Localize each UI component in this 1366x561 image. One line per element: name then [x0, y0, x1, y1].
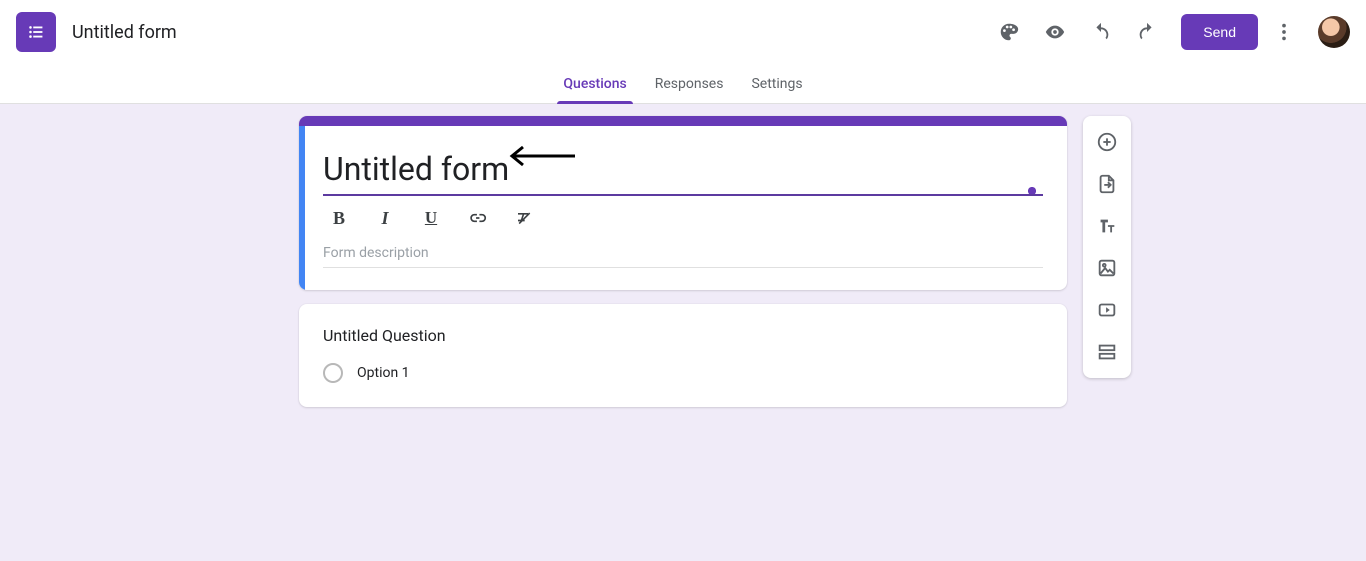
- header-actions: Send: [989, 12, 1350, 52]
- forms-logo-icon: [25, 21, 47, 43]
- option-row[interactable]: Option 1: [323, 363, 1043, 383]
- tabs-row: Questions Responses Settings: [0, 64, 1366, 104]
- format-clear-button[interactable]: [511, 208, 535, 229]
- video-icon: [1096, 299, 1118, 321]
- redo-icon: [1136, 21, 1158, 43]
- form-canvas: B I U Untitled Question Op: [0, 104, 1366, 421]
- forms-logo[interactable]: [16, 12, 56, 52]
- account-avatar[interactable]: [1318, 16, 1350, 48]
- preview-button[interactable]: [1035, 12, 1075, 52]
- tab-questions[interactable]: Questions: [549, 64, 640, 104]
- import-questions-button[interactable]: [1087, 164, 1127, 204]
- question-toolbar: [1083, 116, 1131, 378]
- undo-icon: [1090, 21, 1112, 43]
- theme-button[interactable]: [989, 12, 1029, 52]
- more-button[interactable]: [1264, 12, 1304, 52]
- more-vert-icon: [1273, 21, 1295, 43]
- add-section-button[interactable]: [1087, 332, 1127, 372]
- plus-circle-icon: [1096, 131, 1118, 153]
- document-title[interactable]: Untitled form: [72, 22, 177, 43]
- form-description-input[interactable]: [323, 233, 1043, 268]
- format-link-button[interactable]: [465, 208, 489, 229]
- image-icon: [1096, 257, 1118, 279]
- palette-icon: [998, 21, 1020, 43]
- import-icon: [1096, 173, 1118, 195]
- send-button[interactable]: Send: [1181, 14, 1258, 50]
- radio-icon: [323, 363, 343, 383]
- format-underline-button[interactable]: U: [419, 208, 443, 229]
- option-text[interactable]: Option 1: [357, 365, 410, 381]
- redo-button[interactable]: [1127, 12, 1167, 52]
- format-italic-button[interactable]: I: [373, 208, 397, 229]
- format-bold-button[interactable]: B: [327, 208, 351, 229]
- section-icon: [1096, 341, 1118, 363]
- tab-settings[interactable]: Settings: [737, 64, 816, 104]
- question-card[interactable]: Untitled Question Option 1: [299, 304, 1067, 407]
- eye-icon: [1044, 21, 1066, 43]
- text-icon: [1096, 215, 1118, 237]
- tab-responses[interactable]: Responses: [641, 64, 738, 104]
- add-video-button[interactable]: [1087, 290, 1127, 330]
- add-title-button[interactable]: [1087, 206, 1127, 246]
- title-card[interactable]: B I U: [299, 116, 1067, 290]
- link-icon: [467, 208, 487, 228]
- clear-format-icon: [513, 208, 533, 228]
- title-card-accent-bar: [299, 116, 1067, 126]
- title-card-selection-edge: [299, 126, 305, 290]
- app-header: Untitled form Send: [0, 0, 1366, 64]
- form-title-input[interactable]: [323, 146, 1043, 196]
- add-question-button[interactable]: [1087, 122, 1127, 162]
- text-format-toolbar: B I U: [323, 196, 1043, 233]
- undo-button[interactable]: [1081, 12, 1121, 52]
- question-title[interactable]: Untitled Question: [323, 326, 1043, 345]
- add-image-button[interactable]: [1087, 248, 1127, 288]
